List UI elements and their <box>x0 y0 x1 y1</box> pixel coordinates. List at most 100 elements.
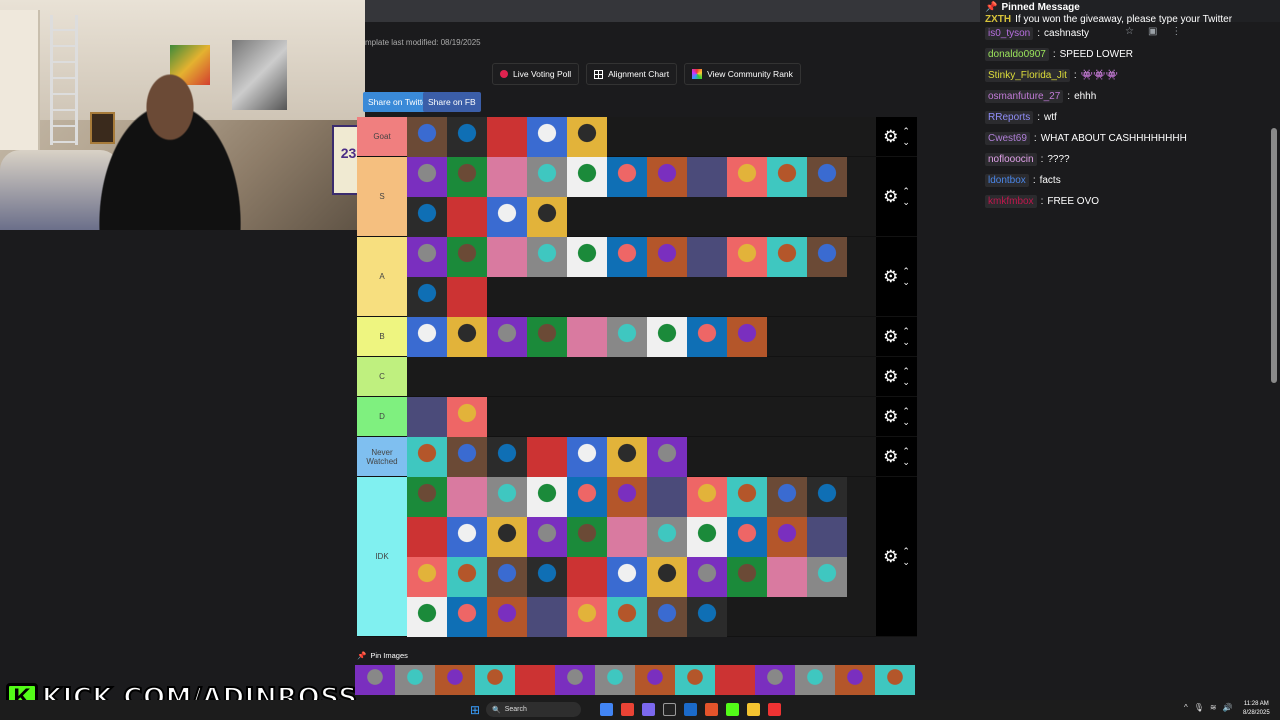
app-icon[interactable] <box>642 703 655 716</box>
chevron-down-icon[interactable]: ⌄ <box>902 137 910 148</box>
chat-username[interactable]: donaldo0907 <box>985 47 1049 61</box>
creator-avatar[interactable] <box>527 117 567 157</box>
creator-avatar[interactable] <box>727 517 767 557</box>
creator-avatar[interactable] <box>635 665 675 695</box>
creator-avatar[interactable] <box>607 517 647 557</box>
system-clock[interactable]: 11:28 AM 8/28/2025 <box>1243 700 1270 718</box>
creator-avatar[interactable] <box>687 237 727 277</box>
creator-avatar[interactable] <box>447 477 487 517</box>
creator-avatar[interactable] <box>447 277 487 317</box>
creator-avatar[interactable] <box>567 557 607 597</box>
chat-username[interactable]: noflooocin <box>985 152 1037 166</box>
creator-avatar[interactable] <box>567 317 607 357</box>
creator-avatar[interactable] <box>407 117 447 157</box>
creator-avatar[interactable] <box>607 597 647 637</box>
app-icon[interactable] <box>747 703 760 716</box>
creator-avatar[interactable] <box>647 317 687 357</box>
creator-avatar[interactable] <box>407 597 447 637</box>
chat-username[interactable]: kmkfmbox <box>985 194 1037 208</box>
scrollbar-thumb[interactable] <box>1271 128 1277 383</box>
creator-avatar[interactable] <box>447 517 487 557</box>
creator-avatar[interactable] <box>567 117 607 157</box>
chevron-up-icon[interactable]: ⌃ <box>902 126 910 137</box>
chevron-down-icon[interactable]: ⌄ <box>902 557 910 568</box>
creator-avatar[interactable] <box>447 557 487 597</box>
creator-avatar[interactable] <box>755 665 795 695</box>
creator-avatar[interactable] <box>835 665 875 695</box>
creator-avatar[interactable] <box>407 437 447 477</box>
creator-avatar[interactable] <box>687 477 727 517</box>
creator-avatar[interactable] <box>647 237 687 277</box>
creator-avatar[interactable] <box>447 197 487 237</box>
creator-avatar[interactable] <box>567 237 607 277</box>
page-scrollbar[interactable] <box>1271 24 1277 700</box>
creator-avatar[interactable] <box>407 557 447 597</box>
creator-avatar[interactable] <box>647 517 687 557</box>
creator-avatar[interactable] <box>407 477 447 517</box>
share-fb-button[interactable]: Share on FB <box>423 92 481 112</box>
chevron-up-icon[interactable]: ⌃ <box>902 406 910 417</box>
creator-avatar[interactable] <box>527 597 567 637</box>
creator-avatar[interactable] <box>687 157 727 197</box>
creator-avatar[interactable] <box>767 557 807 597</box>
creator-avatar[interactable] <box>527 437 567 477</box>
chevron-up-icon[interactable]: ⌃ <box>902 446 910 457</box>
gear-icon[interactable]: ⚙ <box>883 268 898 285</box>
creator-avatar[interactable] <box>487 197 527 237</box>
creator-avatar[interactable] <box>647 557 687 597</box>
creator-avatar[interactable] <box>807 477 847 517</box>
tier-label[interactable]: C <box>357 357 407 396</box>
creator-avatar[interactable] <box>607 437 647 477</box>
creator-avatar[interactable] <box>647 597 687 637</box>
creator-avatar[interactable] <box>487 157 527 197</box>
chevron-up-icon[interactable]: ⌃ <box>902 186 910 197</box>
chevron-up-icon[interactable]: ⌃ <box>902 366 910 377</box>
chat-username[interactable]: ldontbox <box>985 173 1029 187</box>
creator-avatar[interactable] <box>687 597 727 637</box>
creator-avatar[interactable] <box>407 397 447 437</box>
live-voting-poll-button[interactable]: Live Voting Poll <box>492 63 580 85</box>
creator-avatar[interactable] <box>487 517 527 557</box>
creator-avatar[interactable] <box>727 157 767 197</box>
tier-items[interactable] <box>407 477 876 637</box>
creator-avatar[interactable] <box>447 117 487 157</box>
creator-avatar[interactable] <box>647 157 687 197</box>
creator-avatar[interactable] <box>807 237 847 277</box>
mic-icon[interactable]: 🎙 <box>1194 703 1204 712</box>
creator-avatar[interactable] <box>395 665 435 695</box>
creator-avatar[interactable] <box>795 665 835 695</box>
creator-avatar[interactable] <box>515 665 555 695</box>
creator-avatar[interactable] <box>687 557 727 597</box>
creator-avatar[interactable] <box>447 157 487 197</box>
creator-avatar[interactable] <box>647 437 687 477</box>
chat-username[interactable]: is0_tyson <box>985 26 1034 40</box>
creator-avatar[interactable] <box>807 157 847 197</box>
creator-avatar[interactable] <box>807 557 847 597</box>
creator-avatar[interactable] <box>767 157 807 197</box>
community-rank-button[interactable]: View Community Rank <box>684 63 801 85</box>
app-icon[interactable] <box>768 703 781 716</box>
chevron-up-icon[interactable]: ⌃ <box>902 266 910 277</box>
app-icon[interactable] <box>621 703 634 716</box>
creator-avatar[interactable] <box>767 237 807 277</box>
tier-items[interactable] <box>407 237 876 317</box>
creator-avatar[interactable] <box>727 557 767 597</box>
creator-avatar[interactable] <box>527 517 567 557</box>
creator-avatar[interactable] <box>807 517 847 557</box>
chevron-down-icon[interactable]: ⌄ <box>902 457 910 468</box>
chevron-up-icon[interactable]: ⌃ <box>902 326 910 337</box>
taskbar-search[interactable]: 🔍 Search <box>486 702 581 717</box>
creator-avatar[interactable] <box>527 477 567 517</box>
creator-avatar[interactable] <box>567 437 607 477</box>
tier-items[interactable] <box>407 437 876 477</box>
tier-items[interactable] <box>407 317 876 357</box>
tier-items[interactable] <box>407 357 876 396</box>
creator-avatar[interactable] <box>607 237 647 277</box>
chat-username[interactable]: osmanfuture_27 <box>985 89 1064 103</box>
creator-avatar[interactable] <box>767 477 807 517</box>
creator-avatar[interactable] <box>407 277 447 317</box>
chevron-down-icon[interactable]: ⌄ <box>902 277 910 288</box>
gear-icon[interactable]: ⚙ <box>883 128 898 145</box>
creator-avatar[interactable] <box>687 517 727 557</box>
creator-avatar[interactable] <box>487 437 527 477</box>
